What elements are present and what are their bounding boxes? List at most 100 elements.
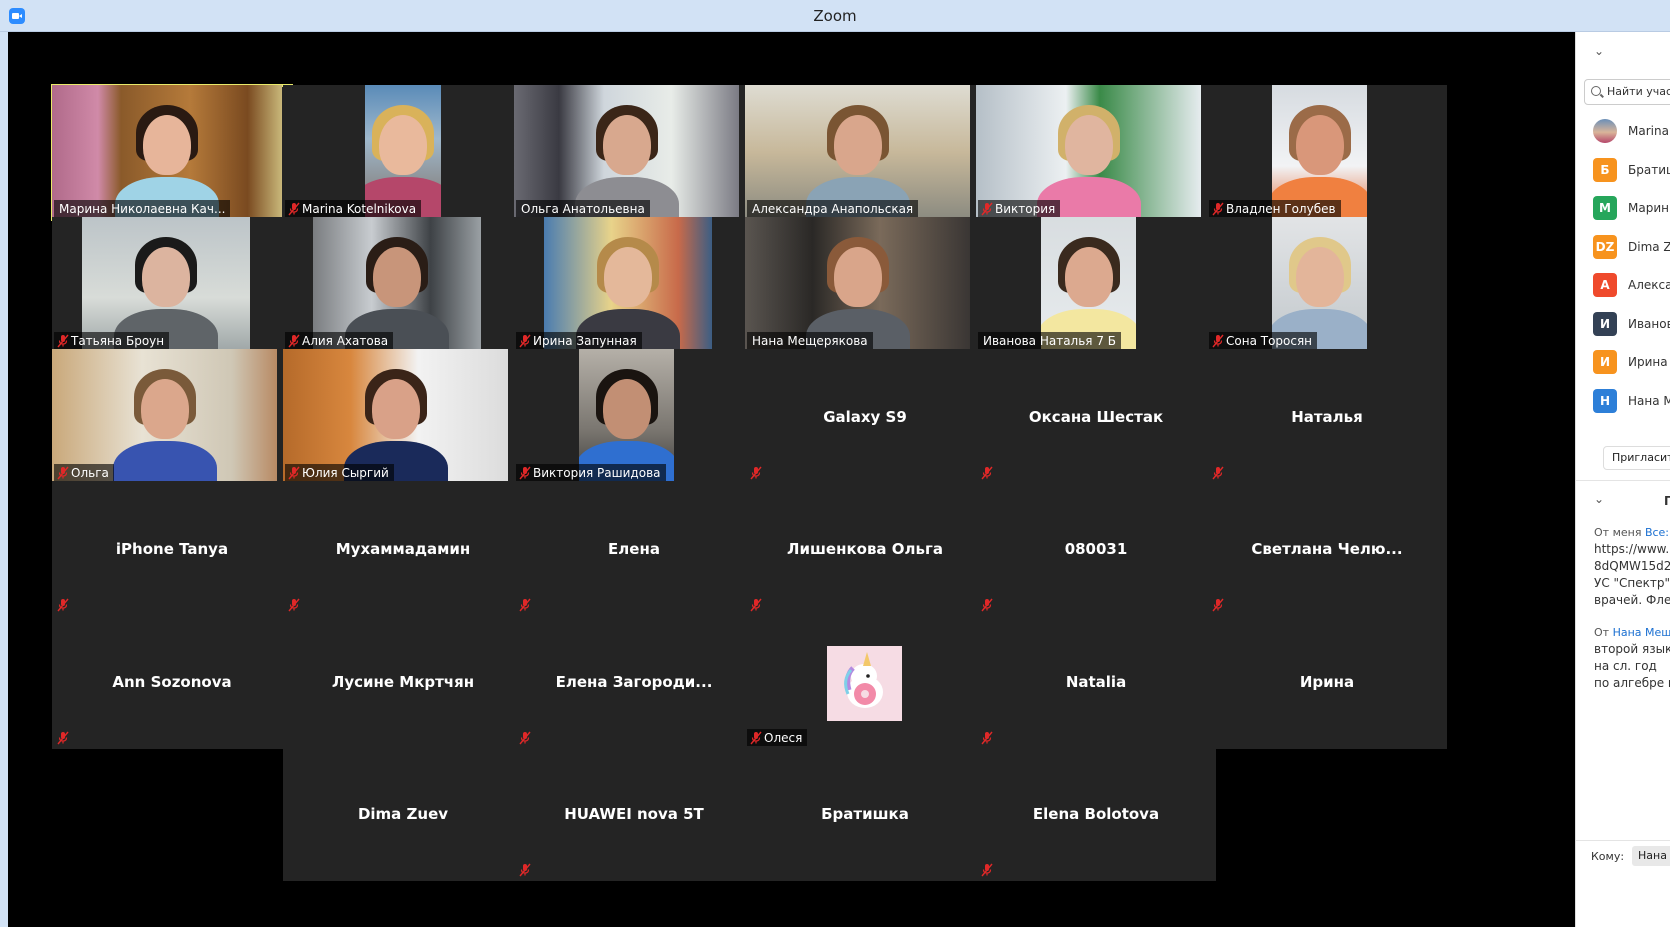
side-panel: ⌄ Найти участ Marina Б Братиш М Марин DZ Dima … [1575,32,1670,927]
gallery-view: Марина Николаевна Кач... Marina Kotelniko… [8,32,1575,927]
muted-mic-icon [288,334,300,348]
participant-list-item[interactable]: Н Нана М [1593,388,1670,414]
participant-tile[interactable]: Лишенкова Ольга [745,481,985,616]
chat-to-label: Кому: [1591,850,1625,863]
participant-name-center: Лишенкова Ольга [787,539,943,558]
participant-tile[interactable]: Владлен Голубев [1207,85,1447,220]
participant-name-label: Татьяна Броун [54,332,170,350]
muted-mic-icon [981,731,993,745]
participant-name-center: Светлана Челю... [1251,539,1403,558]
participant-tile[interactable]: Сона Торосян [1207,217,1447,352]
muted-mic-icon [57,334,69,348]
participant-tile[interactable]: Natalia [976,614,1216,749]
chat-message-line: второй язык [1594,642,1670,656]
participant-tile[interactable]: Galaxy S9 [745,349,985,484]
participant-list-name: Алекса [1628,278,1670,292]
participant-tile[interactable]: Мухаммадамин [283,481,523,616]
muted-mic-icon [57,731,69,745]
chat-recipient-link[interactable]: Нана Мещ [1613,626,1670,639]
participant-tile[interactable]: Ирина [1207,614,1447,749]
participant-list-item[interactable]: Б Братиш [1593,157,1670,183]
chat-message-line: на сл. год [1594,659,1657,673]
participant-name: Марина Николаевна Кач... [59,202,226,216]
participant-list-item[interactable]: И Иванов [1593,311,1670,337]
chat-recipient-link[interactable]: Все: [1645,526,1669,539]
participant-tile[interactable]: Алия Ахатова [283,217,523,352]
participant-name: Юлия Сыргий [302,466,389,480]
participant-tile[interactable]: Ann Sozonova [52,614,292,749]
participant-name-label: Виктория Рашидова [516,464,666,482]
collapse-chat-chevron-icon[interactable]: ⌄ [1594,492,1604,506]
participant-name: Владлен Голубев [1226,202,1336,216]
participant-name-center: Ирина [1299,672,1355,691]
collapse-participants-chevron-icon[interactable]: ⌄ [1594,44,1604,58]
chat-message-header: От Нана Мещ [1594,624,1670,641]
participant-tile[interactable]: Елена [514,481,754,616]
participant-list-item[interactable]: DZ Dima Z [1593,234,1670,260]
participant-name-label: Александра Анапольская [747,200,919,218]
participant-tile[interactable]: Ольга [52,349,292,484]
participant-name-label: Виктория [978,200,1061,218]
participant-tile[interactable]: Ольга Анатольевна [514,85,754,220]
participant-tile[interactable]: Elena Bolotova [976,746,1216,881]
participant-name-center: Наталья [1291,407,1363,426]
search-placeholder: Найти участ [1607,85,1670,98]
participant-tile[interactable]: Татьяна Броун [52,217,292,352]
participant-list-name: Marina [1628,124,1669,138]
title-bar: Zoom [0,0,1670,32]
participant-tile[interactable]: Виктория [976,85,1216,220]
participant-tile[interactable]: Ирина Запунная [514,217,754,352]
avatar [1593,119,1617,143]
participant-name-center: Елена Загороди... [555,672,713,691]
muted-mic-icon [750,731,762,745]
muted-mic-icon [750,466,762,480]
participant-tile[interactable]: Виктория Рашидова [514,349,754,484]
participant-tile[interactable]: Dima Zuev [283,746,523,881]
participant-tile[interactable]: Marina Kotelnikova [283,85,523,220]
participant-list-name: Иванов [1628,316,1670,331]
participant-name-label: Юлия Сыргий [285,464,394,482]
search-icon [1591,86,1601,96]
participant-list-item[interactable]: Marina [1593,118,1669,144]
muted-mic-icon [519,731,531,745]
participant-tile[interactable]: 080031 [976,481,1216,616]
participant-tile[interactable]: Иванова Наталья 7 Б [976,217,1216,352]
avatar: Н [1593,388,1617,413]
participant-list-name: Ирина [1628,355,1668,369]
participant-name-label: Владлен Голубев [1209,200,1341,218]
participant-name-label: Marina Kotelnikova [285,200,422,218]
participant-search-input[interactable]: Найти участ [1584,79,1670,105]
participant-name-label: Ирина Запунная [516,332,642,350]
participant-name-center: Dima Zuev [357,804,449,823]
participant-tile[interactable]: Светлана Челю... [1207,481,1447,616]
participant-tile[interactable]: Братишка [745,746,985,881]
participant-list-item[interactable]: А Алекса [1593,272,1670,298]
participant-name-center: Елена [608,539,660,558]
participant-name: Иванова Наталья 7 Б [983,334,1117,348]
participant-list-item[interactable]: И Ирина [1593,349,1668,375]
participant-tile[interactable]: Юлия Сыргий [283,349,523,484]
participant-name-label: Нана Мещерякова [747,332,873,350]
chat-recipient-select[interactable]: Нана М [1632,846,1670,866]
participant-name: Виктория [995,202,1056,216]
participant-tile[interactable]: Олеся [745,614,985,749]
muted-mic-icon [981,202,993,216]
participant-tile[interactable]: Лусине Мкртчян [283,614,523,749]
participant-list-item[interactable]: М Марин [1593,195,1669,221]
participant-tile[interactable]: Наталья [1207,349,1447,484]
participant-tile[interactable]: Нана Мещерякова [745,217,985,352]
participant-tile[interactable]: HUAWEI nova 5T [514,746,754,881]
participant-tile[interactable]: Елена Загороди... [514,614,754,749]
muted-mic-icon [981,466,993,480]
chat-message: От Нана Мещ второй язык на сл. год по алгеб… [1594,624,1670,692]
avatar: М [1593,196,1617,220]
window-title: Zoom [813,7,857,25]
muted-mic-icon [519,334,531,348]
muted-mic-icon [519,598,531,612]
participant-tile[interactable]: iPhone Tanya [52,481,292,616]
participant-tile[interactable]: Оксана Шестак [976,349,1216,484]
invite-button[interactable]: Пригласить [1603,446,1670,470]
participant-tile[interactable]: Александра Анапольская [745,85,985,220]
participant-tile[interactable]: Марина Николаевна Кач... [51,84,293,221]
participant-name-label: Ольга [54,464,114,482]
